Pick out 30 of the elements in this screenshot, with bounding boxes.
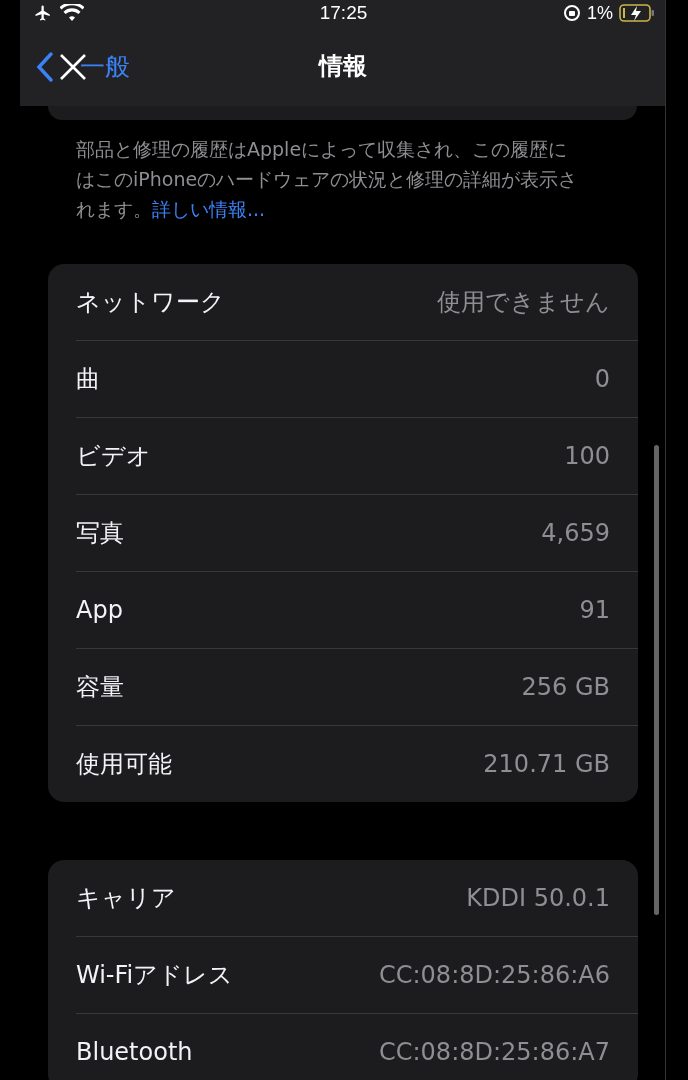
row-value: 4,659 [541, 519, 610, 547]
row-value: 256 GB [521, 673, 610, 701]
row-label: ネットワーク [76, 287, 225, 318]
orientation-lock-icon [562, 4, 581, 22]
row-label: ビデオ [76, 441, 151, 472]
row-label: 写真 [76, 518, 124, 549]
more-info-link[interactable]: 詳しい情報... [152, 198, 266, 220]
row-label: 曲 [76, 364, 100, 395]
row-value: 210.71 GB [483, 750, 610, 778]
row-label: 使用可能 [76, 749, 172, 780]
row-label: Wi-Fiアドレス [76, 960, 234, 991]
clock-time: 17:25 [319, 2, 368, 24]
row-value: 0 [594, 365, 610, 393]
row-label: Bluetooth [76, 1038, 193, 1066]
battery-charging-icon [619, 3, 655, 23]
row-value: KDDI 50.0.1 [466, 884, 610, 912]
footer-text: 部品と修理の履歴はAppleによって収集され、この履歴にはこのiPhoneのハードウェアの状況と修理の詳細が表示されます。詳しい情報... [76, 137, 579, 222]
back-button[interactable]: 一般 [36, 50, 130, 83]
row-value: CC:08:8D:25:86:A6 [379, 961, 610, 989]
battery-percent: 1% [586, 2, 613, 24]
wifi-icon [60, 4, 84, 22]
back-chevron-icon [36, 50, 54, 83]
nav-title: 情報 [318, 51, 367, 82]
row-value: 使用できません [437, 287, 610, 318]
row-label: App [76, 596, 123, 624]
row-value: 100 [564, 442, 610, 470]
row-value: CC:08:8D:25:86:A7 [379, 1038, 610, 1066]
row-label: キャリア [76, 883, 176, 914]
row-value: 91 [579, 596, 610, 624]
row-label: 容量 [76, 672, 124, 703]
